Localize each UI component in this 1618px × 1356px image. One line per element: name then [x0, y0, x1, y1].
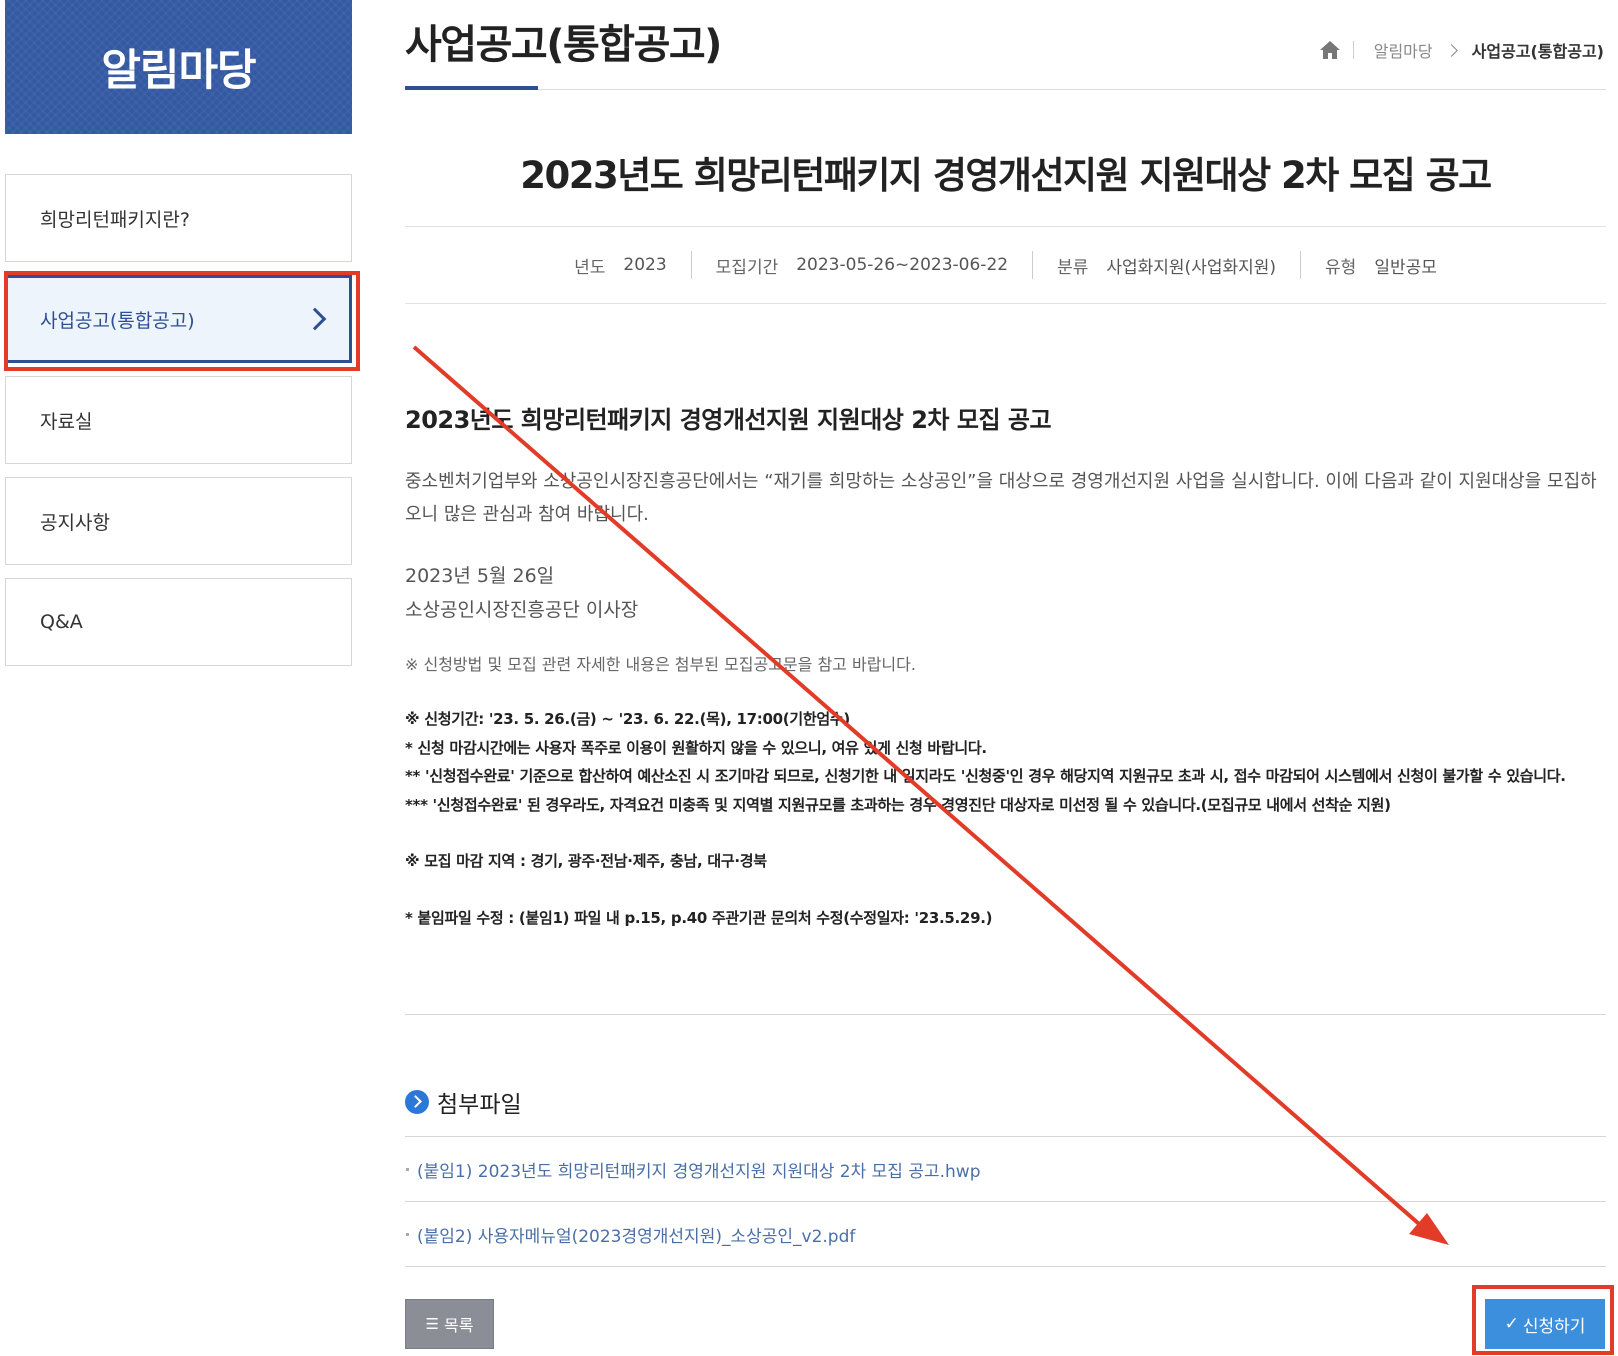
meta-type-value: 일반공모 — [1374, 257, 1437, 278]
content-warning-3: *** '신청접수완료' 된 경우라도, 자격요건 미충족 및 지역별 지원규모… — [405, 795, 1391, 814]
content-divider — [405, 1014, 1606, 1015]
meta-divider-bottom — [405, 303, 1606, 304]
attachments-title-label: 첨부파일 — [437, 1092, 522, 1118]
sidebar-item-qna[interactable]: Q&A — [5, 578, 352, 666]
chevron-right-icon — [303, 307, 327, 331]
home-icon[interactable] — [1319, 40, 1341, 60]
meta-year-value: 2023 — [623, 255, 667, 275]
sidebar-item-business-notice[interactable]: 사업공고(통합공고) — [5, 275, 352, 363]
sidebar-item-resources[interactable]: 자료실 — [5, 376, 352, 464]
post-meta: 년도 2023 모집기간 2023-05-26~2023-06-22 분류 사업… — [405, 246, 1606, 284]
list-button-label: 목록 — [444, 1316, 474, 1335]
sidebar-banner: 알림마당 — [5, 0, 352, 134]
content-date: 2023년 5월 26일 — [405, 565, 555, 587]
sidebar-item-label: Q&A — [40, 611, 83, 633]
sidebar-item-label: 자료실 — [40, 410, 93, 433]
post-content: 2023년도 희망리턴패키지 경영개선지원 지원대상 2차 모집 공고 중소벤처… — [405, 400, 1606, 932]
sidebar-item-notices[interactable]: 공지사항 — [5, 477, 352, 565]
sidebar-item-package-intro[interactable]: 희망리턴패키지란? — [5, 174, 352, 262]
sidebar-item-label: 희망리턴패키지란? — [40, 208, 190, 231]
list-icon: ☰ — [425, 1315, 439, 1333]
content-period-line: ※ 신청기간: '23. 5. 26.(금) ~ '23. 6. 22.(목),… — [405, 710, 850, 728]
meta-year: 년도 2023 — [550, 251, 691, 279]
post-title: 2023년도 희망리턴패키지 경영개선지원 지원대상 2차 모집 공고 — [520, 154, 1492, 197]
check-icon: ✓ — [1504, 1314, 1519, 1334]
content-signer: 소상공인시장진흥공단 이사장 — [405, 599, 639, 621]
meta-type-label: 유형 — [1325, 257, 1357, 278]
meta-type: 유형 일반공모 — [1300, 251, 1461, 279]
meta-divider-top — [405, 226, 1606, 227]
meta-period-label: 모집기간 — [715, 257, 779, 278]
meta-period: 모집기간 2023-05-26~2023-06-22 — [690, 251, 1032, 279]
attachments-title: 첨부파일 — [405, 1085, 522, 1119]
page-title: 사업공고(통합공고) — [405, 22, 722, 68]
meta-category-value: 사업화지원(사업화지원) — [1106, 257, 1277, 278]
sidebar-item-label: 사업공고(통합공고) — [40, 309, 195, 332]
chevron-circle-icon — [405, 1090, 429, 1114]
meta-category: 분류 사업화지원(사업화지원) — [1032, 251, 1300, 279]
list-button[interactable]: ☰ 목록 — [405, 1299, 494, 1349]
breadcrumb: 알림마당 사업공고(통합공고) — [1319, 38, 1604, 62]
attachment-link[interactable]: (붙임2) 사용자메뉴얼(2023경영개선지원)_소상공인_v2.pdf — [405, 1202, 1606, 1267]
content-closed-regions: ※ 모집 마감 지역 : 경기, 광주·전남·제주, 충남, 대구·경북 — [405, 852, 767, 870]
sidebar-item-label: 공지사항 — [40, 511, 110, 534]
breadcrumb-current: 사업공고(통합공고) — [1471, 42, 1604, 61]
chevron-right-icon — [1444, 43, 1458, 57]
meta-period-value: 2023-05-26~2023-06-22 — [796, 255, 1009, 275]
content-paragraph: 중소벤처기업부와 소상공인시장진흥공단에서는 “재기를 희망하는 소상공인”을 … — [405, 471, 1597, 525]
sidebar-menu: 희망리턴패키지란? 사업공고(통합공고) 자료실 공지사항 Q&A — [5, 174, 352, 679]
apply-button-label: 신청하기 — [1522, 1316, 1586, 1337]
meta-year-label: 년도 — [574, 257, 606, 278]
breadcrumb-parent[interactable]: 알림마당 — [1374, 38, 1433, 62]
content-file-fix: * 붙임파일 수정 : (붙임1) 파일 내 p.15, p.40 주관기관 문… — [405, 908, 993, 927]
breadcrumb-separator — [1352, 41, 1354, 59]
apply-button[interactable]: ✓ 신청하기 — [1485, 1299, 1605, 1349]
content-warning-1: * 신청 마감시간에는 사용자 폭주로 이용이 원활하지 않을 수 있으니, 여… — [405, 738, 987, 757]
attachment-link[interactable]: (붙임1) 2023년도 희망리턴패키지 경영개선지원 지원대상 2차 모집 공… — [405, 1137, 1606, 1202]
attachments-list: (붙임1) 2023년도 희망리턴패키지 경영개선지원 지원대상 2차 모집 공… — [405, 1136, 1606, 1267]
title-divider — [405, 89, 1606, 90]
sidebar-banner-title: 알림마당 — [101, 46, 256, 96]
title-accent-bar — [405, 86, 538, 90]
content-note: ※ 신청방법 및 모집 관련 자세한 내용은 첨부된 모집공고문을 참고 바랍니… — [405, 655, 916, 674]
content-heading: 2023년도 희망리턴패키지 경영개선지원 지원대상 2차 모집 공고 — [405, 406, 1052, 434]
content-warning-2: ** '신청접수완료' 기준으로 합산하여 예산소진 시 조기마감 되므로, 신… — [405, 767, 1566, 785]
meta-category-label: 분류 — [1057, 257, 1089, 278]
